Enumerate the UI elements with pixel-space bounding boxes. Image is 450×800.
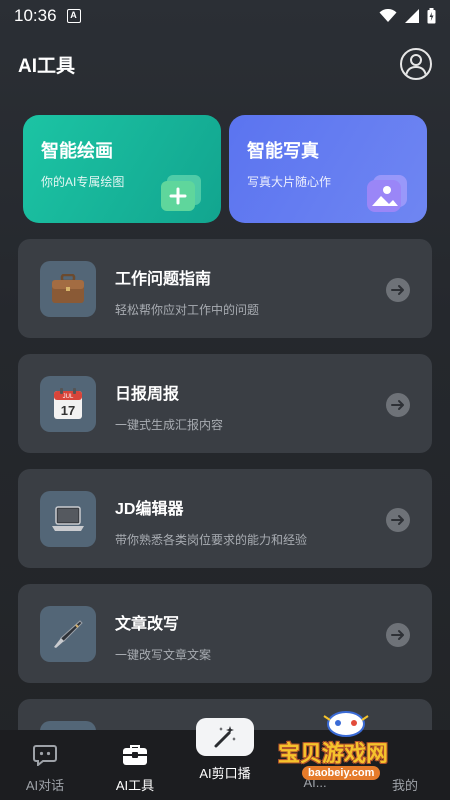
notification-icon: A bbox=[66, 9, 81, 23]
card-title: JD编辑器 bbox=[115, 501, 184, 518]
calendar-day: 17 bbox=[61, 403, 75, 418]
status-bar: 10:36 A bbox=[0, 0, 450, 32]
tab-ai-cut-broadcast[interactable]: AI剪口播 bbox=[180, 718, 270, 800]
page-title: AI工具 bbox=[18, 55, 76, 77]
card-subtitle: 一键式生成汇报内容 bbox=[115, 418, 224, 432]
arrow-right-icon[interactable] bbox=[386, 278, 410, 302]
tab-label: AI剪口播 bbox=[199, 766, 251, 781]
portrait-icon bbox=[367, 175, 407, 212]
smart-painting-card[interactable]: 智能绘画 你的AI专属绘图 bbox=[23, 115, 221, 223]
card-subtitle: 轻松帮你应对工作中的问题 bbox=[115, 303, 260, 317]
card-icon-tile bbox=[40, 606, 96, 662]
card-icon-tile: JUL 17 bbox=[40, 376, 96, 432]
tool-card-daily-weekly-report[interactable]: JUL 17 日报周报 一键式生成汇报内容 bbox=[18, 354, 432, 453]
arrow-right-icon[interactable] bbox=[386, 623, 410, 647]
hero-cards: 智能绘画 你的AI专属绘图 智能写真 写真大片随心作 bbox=[23, 115, 427, 223]
card-title: 日报周报 bbox=[115, 386, 180, 403]
tool-card-work-guide[interactable]: 工作问题指南 轻松帮你应对工作中的问题 bbox=[18, 239, 432, 338]
calendar-icon: JUL 17 bbox=[54, 388, 82, 419]
tab-fourth[interactable]: AI... bbox=[270, 730, 360, 800]
tool-list: 工作问题指南 轻松帮你应对工作中的问题 JUL 17 日报周报 一键式生成汇报内… bbox=[18, 239, 432, 800]
tab-ai-tools[interactable]: AI工具 bbox=[90, 730, 180, 800]
card-title: 工作问题指南 bbox=[115, 271, 212, 288]
tab-label: AI对话 bbox=[25, 778, 65, 793]
tab-mine[interactable]: 我的 bbox=[360, 730, 450, 800]
tab-label: AI... bbox=[303, 775, 327, 790]
bottom-tab-bar: AI对话 AI工具 AI剪口播 AI... 我的 bbox=[0, 718, 450, 800]
card-subtitle: 带你熟悉各类岗位要求的能力和经验 bbox=[115, 533, 308, 547]
tool-card-article-rewrite[interactable]: 文章改写 一键改写文章文案 bbox=[18, 584, 432, 683]
card-icon-tile bbox=[40, 491, 96, 547]
briefcase-icon bbox=[52, 274, 84, 303]
laptop-icon bbox=[52, 506, 84, 531]
card-title: 文章改写 bbox=[115, 616, 180, 633]
tab-label: 我的 bbox=[391, 778, 418, 793]
toolbox-icon bbox=[122, 742, 148, 768]
hero-title: 智能绘画 bbox=[41, 141, 113, 161]
arrow-right-icon[interactable] bbox=[386, 393, 410, 417]
tool-card-jd-editor[interactable]: JD编辑器 带你熟悉各类岗位要求的能力和经验 bbox=[18, 469, 432, 568]
tab-label: AI工具 bbox=[115, 778, 155, 793]
status-icons bbox=[379, 8, 436, 24]
add-image-icon bbox=[161, 175, 201, 211]
card-icon-tile bbox=[40, 261, 96, 317]
card-subtitle: 一键改写文章文案 bbox=[115, 648, 212, 662]
chat-icon bbox=[32, 742, 58, 768]
battery-icon bbox=[427, 8, 436, 24]
signal-icon bbox=[405, 9, 419, 23]
calendar-month: JUL bbox=[63, 394, 74, 400]
profile-button[interactable] bbox=[400, 48, 432, 80]
magic-wand-icon bbox=[196, 718, 254, 756]
smart-portrait-card[interactable]: 智能写真 写真大片随心作 bbox=[229, 115, 427, 223]
status-time: 10:36 bbox=[14, 6, 57, 25]
app-header: AI工具 bbox=[0, 44, 450, 84]
hero-title: 智能写真 bbox=[247, 141, 319, 161]
user-icon bbox=[405, 54, 427, 77]
tab-ai-chat[interactable]: AI对话 bbox=[0, 730, 90, 800]
wifi-icon bbox=[379, 9, 397, 22]
arrow-right-icon[interactable] bbox=[386, 508, 410, 532]
pen-icon bbox=[54, 620, 83, 648]
